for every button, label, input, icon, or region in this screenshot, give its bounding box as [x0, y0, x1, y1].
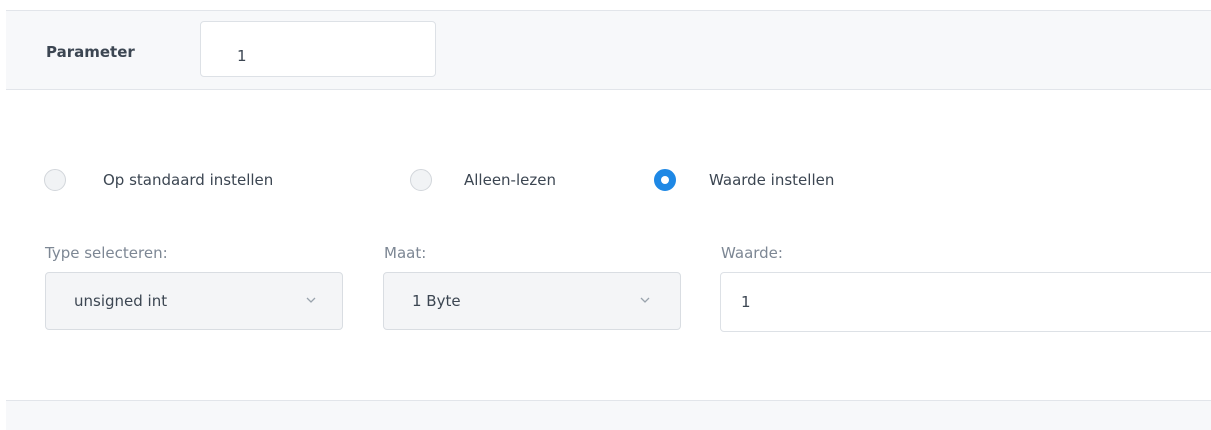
radio-label-waarde-instellen: Waarde instellen — [709, 171, 835, 189]
value-input[interactable] — [720, 272, 1211, 332]
chevron-down-icon — [306, 297, 316, 303]
parameter-label: Parameter — [46, 43, 135, 61]
value-field-label: Waarde: — [721, 244, 783, 262]
parameter-input[interactable] — [200, 21, 436, 77]
type-select-value: unsigned int — [74, 292, 168, 310]
chevron-down-icon — [640, 297, 650, 303]
size-select-value: 1 Byte — [412, 292, 461, 310]
radio-label-op-standaard-instellen: Op standaard instellen — [103, 171, 274, 189]
size-select-label: Maat: — [384, 244, 427, 262]
type-select-label: Type selecteren: — [45, 244, 168, 262]
radio-label-alleen-lezen: Alleen-lezen — [464, 171, 556, 189]
footer-bar — [6, 400, 1211, 430]
radio-alleen-lezen[interactable]: Alleen-lezen — [410, 165, 630, 197]
radio-unchecked-icon[interactable] — [44, 169, 66, 191]
parameter-header: Parameter — [6, 10, 1211, 90]
radio-waarde-instellen[interactable]: Waarde instellen — [654, 165, 914, 197]
size-select[interactable]: 1 Byte — [383, 272, 681, 330]
type-select[interactable]: unsigned int — [45, 272, 343, 330]
radio-unchecked-icon[interactable] — [410, 169, 432, 191]
radio-op-standaard-instellen[interactable]: Op standaard instellen — [44, 165, 364, 197]
parameter-settings-panel: Parameter Op standaard instellen Alleen-… — [0, 0, 1211, 430]
radio-checked-icon[interactable] — [654, 169, 676, 191]
